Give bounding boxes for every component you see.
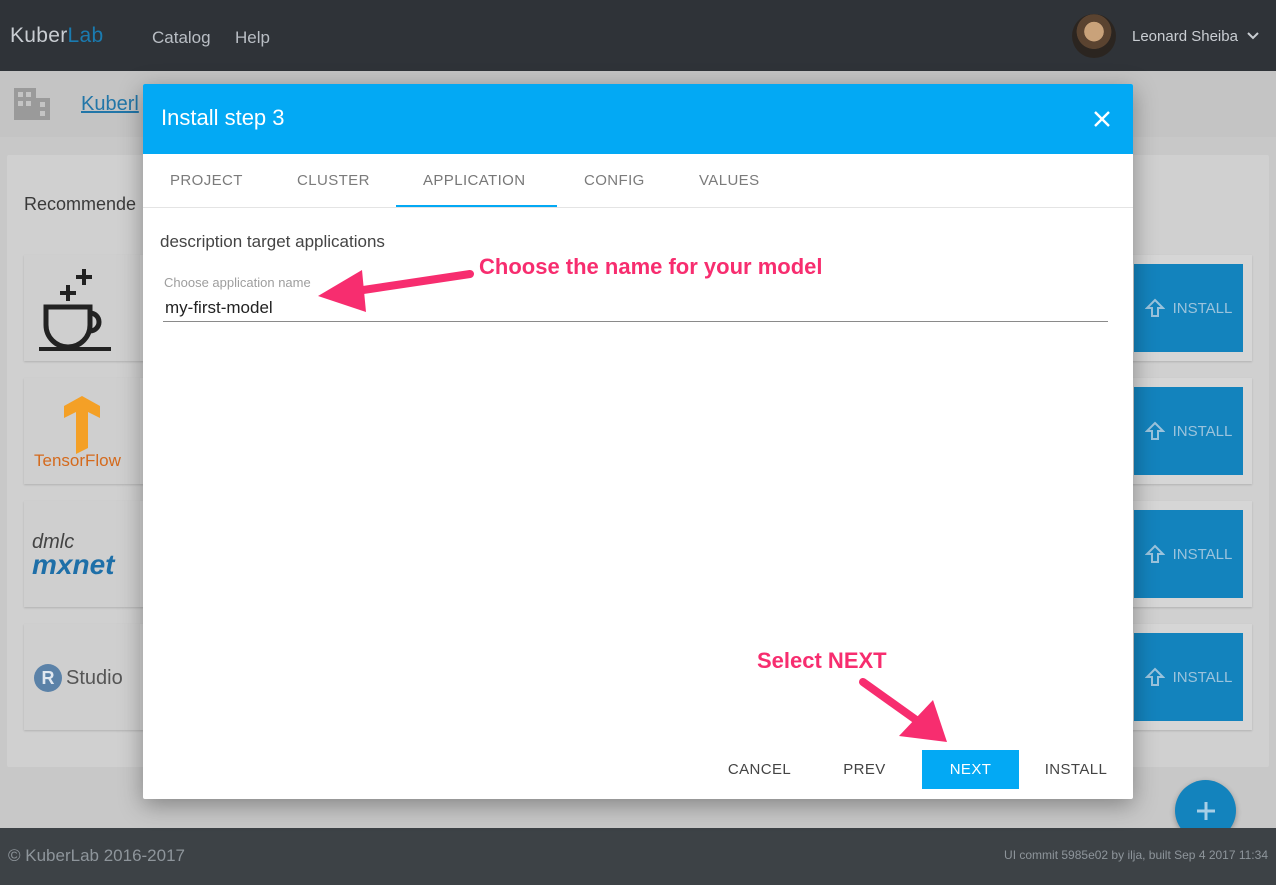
- footer-build-info: UI commit 5985e02 by ilja, built Sep 4 2…: [1004, 848, 1268, 862]
- install-label: INSTALL: [1172, 422, 1233, 440]
- avatar: [1072, 14, 1116, 58]
- coffee-plus-icon: [24, 255, 140, 361]
- tab-config[interactable]: CONFIG: [584, 172, 645, 189]
- breadcrumb[interactable]: Kuberl: [81, 93, 139, 116]
- tab-application[interactable]: APPLICATION: [423, 172, 525, 189]
- tensorflow-logo: TensorFlow: [24, 378, 140, 484]
- top-nav-bar: KuberLab Catalog Help Leonard Sheiba: [0, 0, 1276, 71]
- mxnet-text-bottom: mxnet: [32, 549, 115, 580]
- install-button[interactable]: INSTALL: [1134, 633, 1243, 721]
- annotation-arrow-icon: [318, 270, 474, 312]
- install-label: INSTALL: [1172, 668, 1233, 686]
- footer: © KuberLab 2016-2017 UI commit 5985e02 b…: [0, 828, 1276, 885]
- upload-icon: [1144, 298, 1165, 317]
- step-description: description target applications: [160, 232, 385, 251]
- annotation-next-hint: Select NEXT: [757, 648, 887, 673]
- building-icon: [14, 88, 50, 120]
- mxnet-logo: dmlc mxnet: [24, 501, 140, 607]
- user-name: Leonard Sheiba: [1132, 27, 1238, 45]
- dialog-header: Install step 3: [143, 84, 1133, 154]
- tab-cluster[interactable]: CLUSTER: [297, 172, 370, 189]
- install-dialog: Install step 3 PROJECT CLUSTER APPLICATI…: [143, 84, 1133, 799]
- step-tabs: PROJECT CLUSTER APPLICATION CONFIG VALUE…: [143, 154, 1133, 208]
- annotation-name-hint: Choose the name for your model: [479, 254, 823, 279]
- upload-icon: [1144, 667, 1165, 686]
- install-button[interactable]: INSTALL: [1134, 387, 1243, 475]
- install-button[interactable]: INSTALL: [1036, 750, 1116, 789]
- nav-help-link[interactable]: Help: [235, 28, 270, 48]
- close-icon[interactable]: [1090, 107, 1114, 131]
- chevron-down-icon: [1247, 32, 1259, 40]
- prev-button[interactable]: PREV: [831, 750, 898, 789]
- application-name-input[interactable]: [163, 294, 1108, 322]
- tab-project[interactable]: PROJECT: [170, 172, 243, 189]
- brand-logo[interactable]: KuberLab: [10, 24, 104, 48]
- upload-icon: [1144, 421, 1165, 440]
- install-button[interactable]: INSTALL: [1134, 510, 1243, 598]
- annotation-arrow-icon: [859, 678, 947, 742]
- rstudio-logo: R Studio: [24, 624, 140, 730]
- rstudio-badge: R: [34, 664, 62, 692]
- cancel-button[interactable]: CANCEL: [715, 750, 804, 789]
- tensorflow-text: TensorFlow: [34, 451, 121, 470]
- brand-accent-text: Lab: [67, 24, 104, 47]
- install-label: INSTALL: [1172, 299, 1233, 317]
- install-button[interactable]: INSTALL: [1134, 264, 1243, 352]
- user-menu[interactable]: Leonard Sheiba: [1072, 13, 1260, 59]
- tab-values[interactable]: VALUES: [699, 172, 759, 189]
- application-name-label: Choose application name: [164, 275, 311, 290]
- dialog-title: Install step 3: [161, 105, 285, 130]
- install-label: INSTALL: [1172, 545, 1233, 563]
- upload-icon: [1144, 544, 1165, 563]
- brand-main-text: Kuber: [10, 24, 68, 47]
- plus-icon: [1196, 801, 1215, 820]
- active-tab-indicator: [396, 205, 557, 207]
- footer-copyright: © KuberLab 2016-2017: [8, 846, 185, 865]
- nav-catalog-link[interactable]: Catalog: [152, 28, 211, 48]
- section-title: Recommende: [24, 194, 137, 214]
- next-button[interactable]: NEXT: [922, 750, 1019, 789]
- rstudio-text: Studio: [66, 667, 123, 689]
